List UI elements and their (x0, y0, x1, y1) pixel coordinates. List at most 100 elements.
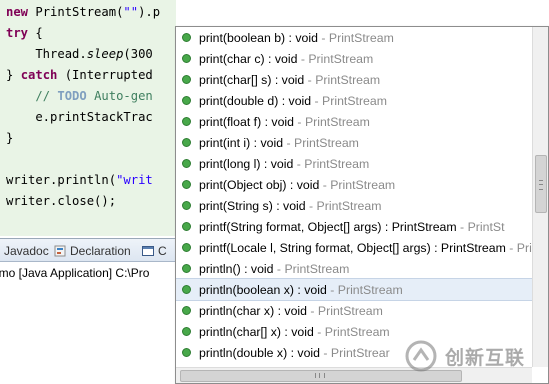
code-string-writ: "writ (116, 173, 153, 187)
proposal-item[interactable]: println(char x) : void - PrintStream (176, 300, 532, 321)
vertical-scroll-thumb[interactable] (535, 155, 547, 213)
watermark-text: 创新互联 (445, 346, 526, 369)
proposal-separator: - (294, 114, 305, 129)
public-method-icon (182, 327, 191, 336)
proposal-signature: printf(Locale l, String format, Object[]… (199, 240, 506, 255)
code-keyword-try: try (6, 26, 29, 40)
public-method-icon (182, 348, 191, 357)
proposal-item[interactable]: println(boolean x) : void - PrintStream (176, 278, 532, 301)
code-text[interactable]: new PrintStream("").p try { Thread.sleep… (6, 2, 160, 212)
proposal-signature: println(double x) : void (199, 345, 320, 360)
proposal-signature: print(Object obj) : void (199, 177, 320, 192)
code-method-sleep: sleep (86, 47, 124, 61)
proposal-item[interactable]: print(char[] s) : void - PrintStream (176, 69, 532, 90)
proposal-declaring-type: PrintStream (315, 72, 381, 87)
public-method-icon (182, 138, 191, 147)
code-keyword-new: new (6, 5, 29, 19)
public-method-icon (182, 306, 191, 315)
code-keyword-catch: catch (20, 68, 58, 82)
public-method-icon (182, 159, 191, 168)
vertical-scrollbar[interactable] (532, 27, 548, 367)
proposal-declaring-type: PrintStream (337, 282, 403, 297)
proposal-item[interactable]: print(long l) : void - PrintStream (176, 153, 532, 174)
proposal-separator: - (319, 345, 331, 360)
proposal-signature: println() : void (199, 261, 274, 276)
proposal-signature: println(char[] x) : void (199, 324, 314, 339)
watermark-logo-icon (405, 340, 437, 372)
proposal-signature: print(int i) : void (199, 135, 284, 150)
proposal-separator: - (456, 219, 468, 234)
proposal-item[interactable]: print(Object obj) : void - PrintStream (176, 174, 532, 195)
proposal-declaring-type: PrintStre (516, 240, 532, 255)
tab-declaration-label: Declaration (70, 244, 131, 258)
declaration-icon (54, 245, 66, 257)
scroll-grip-icon (315, 373, 325, 378)
proposal-signature: print(boolean b) : void (199, 30, 318, 45)
proposal-signature: print(char[] s) : void (199, 72, 305, 87)
proposal-item[interactable]: print(char c) : void - PrintStream (176, 48, 532, 69)
public-method-icon (182, 96, 191, 105)
console-icon (142, 245, 154, 257)
proposal-declaring-type: PrintStream (330, 177, 396, 192)
proposal-declaring-type: PrintSt (467, 219, 505, 234)
public-method-icon (182, 243, 191, 252)
proposal-signature: println(boolean x) : void (199, 282, 327, 297)
proposal-item[interactable]: print(double d) : void - PrintStream (176, 90, 532, 111)
proposal-declaring-type: PrintStrear (330, 345, 390, 360)
proposal-separator: - (319, 177, 331, 192)
proposal-separator: - (304, 72, 316, 87)
proposal-separator: - (306, 303, 318, 318)
proposal-item[interactable]: printf(Locale l, String format, Object[]… (176, 237, 532, 258)
proposal-declaring-type: PrintStream (284, 261, 350, 276)
proposal-separator: - (505, 240, 517, 255)
proposal-item[interactable]: printf(String format, Object[] args) : P… (176, 216, 532, 237)
proposal-separator: - (305, 198, 317, 213)
code-todo-tag: TODO (57, 89, 87, 103)
tab-console-label: C (158, 244, 167, 258)
proposal-declaring-type: PrintStream (328, 30, 394, 45)
public-method-icon (182, 285, 191, 294)
proposal-separator: - (293, 156, 305, 171)
proposal-declaring-type: PrintStream (304, 114, 370, 129)
public-method-icon (182, 180, 191, 189)
code-comment: // TODO Auto-gen (35, 89, 153, 103)
proposal-declaring-type: PrintStream (322, 93, 387, 108)
proposal-list[interactable]: print(boolean b) : void - PrintStream pri… (176, 27, 532, 367)
tab-declaration[interactable]: Declaration (54, 242, 131, 260)
public-method-icon (182, 222, 191, 231)
proposal-signature: print(double d) : void (199, 93, 312, 108)
proposal-signature: println(char x) : void (199, 303, 307, 318)
proposal-declaring-type: PrintStream (324, 324, 390, 339)
tab-javadoc[interactable]: @ Javadoc (0, 242, 49, 260)
proposal-separator: - (311, 93, 323, 108)
proposal-separator: - (326, 282, 338, 297)
proposal-item[interactable]: print(boolean b) : void - PrintStream (176, 27, 532, 48)
proposal-item[interactable]: println() : void - PrintStream (176, 258, 532, 279)
proposal-item[interactable]: print(String s) : void - PrintStream (176, 195, 532, 216)
proposal-item[interactable]: print(float f) : void - PrintStream (176, 111, 532, 132)
proposal-separator: - (297, 51, 309, 66)
proposal-declaring-type: PrintStream (294, 135, 359, 150)
public-method-icon (182, 75, 191, 84)
proposal-declaring-type: PrintStream (308, 51, 374, 66)
proposal-declaring-type: PrintStream (317, 303, 383, 318)
proposal-signature: printf(String format, Object[] args) : P… (199, 219, 457, 234)
public-method-icon (182, 54, 191, 63)
proposal-separator: - (283, 135, 294, 150)
proposal-signature: print(char c) : void (199, 51, 298, 66)
proposal-separator: - (313, 324, 325, 339)
proposal-separator: - (273, 261, 285, 276)
watermark: 创新互联 (405, 335, 545, 377)
proposal-item[interactable]: print(int i) : void - PrintStream (176, 132, 532, 153)
console-header: emo [Java Application] C:\Pro (0, 266, 150, 280)
proposal-signature: print(String s) : void (199, 198, 306, 213)
proposal-declaring-type: PrintStream (304, 156, 370, 171)
tab-console[interactable]: C (142, 242, 167, 260)
autocomplete-popup: print(boolean b) : void - PrintStream pri… (175, 26, 549, 384)
proposal-separator: - (317, 30, 329, 45)
scroll-grip-icon (539, 180, 543, 190)
tab-javadoc-label: Javadoc (4, 244, 49, 258)
proposal-declaring-type: PrintStream (316, 198, 382, 213)
public-method-icon (182, 264, 191, 273)
code-string-literal: "" (123, 5, 139, 19)
